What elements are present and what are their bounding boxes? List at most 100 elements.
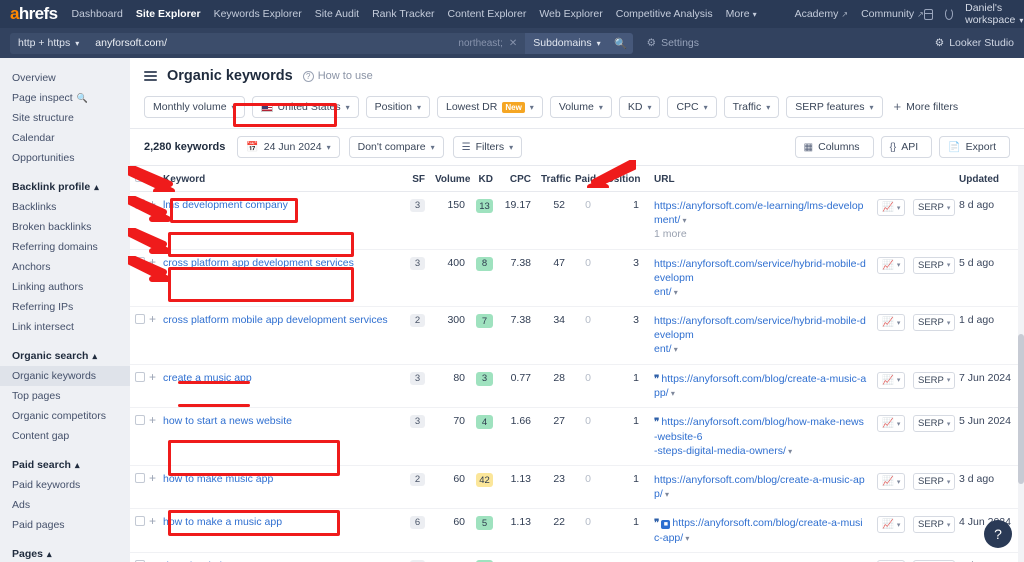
- sidebar-group-pages[interactable]: Pages: [0, 544, 130, 562]
- sidebar-item-site-structure[interactable]: Site structure: [0, 108, 130, 128]
- row-expand-cell[interactable]: +: [144, 249, 158, 308]
- ahrefs-logo[interactable]: a hrefs: [10, 4, 58, 24]
- api-button[interactable]: {} API: [880, 136, 933, 158]
- url-link[interactable]: https://anyforsoft.com/blog/how-make-new…: [654, 416, 864, 443]
- checkbox-icon[interactable]: [135, 256, 145, 267]
- header-sf[interactable]: SF: [404, 166, 430, 192]
- plus-icon[interactable]: +: [149, 413, 156, 427]
- sidebar-item-broken-backlinks[interactable]: Broken backlinks: [0, 217, 130, 237]
- keyword-link[interactable]: how to make a music app: [163, 516, 282, 528]
- sidebar-item-paid-keywords[interactable]: Paid keywords: [0, 475, 130, 495]
- cell-url[interactable]: ❞ https://anyforsoft.com/blog/how-make-ne…: [644, 407, 872, 467]
- nav-link-academy[interactable]: Academy: [795, 8, 848, 20]
- cell-metrics-action[interactable]: 📈: [872, 249, 908, 308]
- checkbox-icon[interactable]: [135, 172, 145, 182]
- row-expand-cell[interactable]: +: [144, 364, 158, 409]
- date-selector[interactable]: 📅 24 Jun 2024: [237, 136, 340, 158]
- notes-icon[interactable]: [923, 8, 933, 20]
- sidebar-item-page-inspect[interactable]: Page inspect 🔍: [0, 88, 130, 108]
- filter-country[interactable]: United States: [251, 96, 359, 118]
- table-row[interactable]: + cross platform app development services…: [130, 249, 1024, 308]
- table-row[interactable]: + how to start a news website 3 70 4 1.66 27 0 1…: [130, 407, 1024, 467]
- cell-url[interactable]: https://anyforsoft.com/blog/create-a-mus…: [644, 465, 872, 510]
- filter-kd[interactable]: KD: [618, 96, 661, 118]
- help-button[interactable]: ?: [984, 520, 1012, 548]
- nav-link-competitive-analysis[interactable]: Competitive Analysis: [616, 8, 713, 20]
- url-link[interactable]: https://anyforsoft.com/blog/create-a-mus…: [654, 474, 865, 500]
- cell-metrics-action[interactable]: 📈: [872, 552, 908, 562]
- checkbox-icon[interactable]: [135, 371, 145, 382]
- clear-icon[interactable]: ✕: [509, 38, 517, 49]
- settings-button[interactable]: ⚙ Settings: [647, 37, 699, 49]
- cell-keyword[interactable]: how to make music app: [158, 465, 404, 510]
- header-position[interactable]: Position: [596, 166, 644, 192]
- target-url-input[interactable]: anyforsoft.com/ northeast; ✕: [87, 32, 526, 54]
- checkbox-icon[interactable]: [135, 516, 145, 527]
- scope-selector[interactable]: Subdomains: [525, 32, 609, 54]
- cell-keyword[interactable]: create a music app: [158, 364, 404, 409]
- row-checkbox-cell[interactable]: [130, 552, 145, 562]
- row-expand-cell[interactable]: +: [144, 508, 158, 554]
- workspace-selector[interactable]: Daniel's workspace: [965, 2, 1024, 26]
- cell-keyword[interactable]: how to start a news website: [158, 407, 404, 467]
- sidebar-item-paid-pages[interactable]: Paid pages: [0, 515, 130, 535]
- filter-serp-features[interactable]: SERP features: [786, 96, 883, 118]
- row-checkbox-cell[interactable]: [130, 306, 145, 365]
- open-external-icon[interactable]: northeast;: [458, 38, 502, 49]
- row-expand-cell[interactable]: +: [144, 306, 158, 365]
- cell-serp-action[interactable]: SERP: [908, 508, 956, 554]
- export-button[interactable]: 📄 Export: [939, 136, 1010, 158]
- more-filters-button[interactable]: + More filters: [890, 100, 959, 113]
- url-more-link[interactable]: 1 more: [654, 227, 867, 241]
- url-second-line[interactable]: ent/: [654, 285, 867, 299]
- keyword-link[interactable]: cross platform app development services: [163, 257, 354, 269]
- cell-url[interactable]: https://anyforsoft.com/service/hybrid-mo…: [644, 306, 872, 365]
- nav-link-site-audit[interactable]: Site Audit: [315, 8, 359, 20]
- cell-keyword[interactable]: cross platform mobile app development se…: [158, 306, 404, 365]
- nav-link-community[interactable]: Community: [861, 8, 924, 20]
- cell-metrics-action[interactable]: 📈: [872, 508, 908, 554]
- cell-serp-action[interactable]: SERP: [908, 465, 956, 510]
- sidebar-item-link-intersect[interactable]: Link intersect: [0, 317, 130, 337]
- sidebar-item-ads[interactable]: Ads: [0, 495, 130, 515]
- sidebar-item-opportunities[interactable]: Opportunities: [0, 148, 130, 168]
- keyword-link[interactable]: cross platform mobile app development se…: [163, 314, 388, 326]
- table-row[interactable]: + lms development company 3 150 13 19.17 52 0 1 h…: [130, 191, 1024, 250]
- sidebar-item-content-gap[interactable]: Content gap: [0, 426, 130, 446]
- keyword-link[interactable]: how to make music app: [163, 473, 273, 485]
- sidebar-item-backlinks[interactable]: Backlinks: [0, 197, 130, 217]
- how-to-use-link[interactable]: ? How to use: [302, 70, 373, 82]
- metrics-chart-button[interactable]: 📈: [877, 516, 906, 534]
- search-button[interactable]: 🔍: [608, 32, 633, 54]
- cell-metrics-action[interactable]: 📈: [872, 465, 908, 510]
- header-updated[interactable]: Updated: [954, 166, 1024, 192]
- row-expand-cell[interactable]: +: [144, 552, 158, 562]
- nav-link-web-explorer[interactable]: Web Explorer: [539, 8, 602, 20]
- url-link[interactable]: https://anyforsoft.com/service/hybrid-mo…: [654, 315, 866, 341]
- looker-studio-link[interactable]: ⚙ Looker Studio: [935, 37, 1014, 49]
- row-checkbox-cell[interactable]: [130, 364, 145, 409]
- columns-button[interactable]: ▦ Columns: [794, 136, 874, 158]
- protocol-selector[interactable]: http + https: [10, 32, 88, 54]
- header-paid[interactable]: Paid: [570, 166, 596, 192]
- url-link[interactable]: https://anyforsoft.com/service/hybrid-mo…: [654, 258, 866, 284]
- cell-url[interactable]: ❞ https://anyforsoft.com/blog/create-a-mu…: [644, 364, 872, 409]
- filter-monthly-volume[interactable]: Monthly volume: [144, 96, 245, 118]
- sidebar-item-calendar[interactable]: Calendar: [0, 128, 130, 148]
- checkbox-icon[interactable]: [135, 415, 145, 426]
- table-row[interactable]: +drupal websites2150152.652102https://an…: [130, 552, 1024, 562]
- checkbox-icon[interactable]: [135, 473, 145, 484]
- cell-keyword[interactable]: how to make a music app: [158, 508, 404, 554]
- nav-link-more[interactable]: More: [726, 8, 757, 20]
- sidebar-item-overview[interactable]: Overview: [0, 68, 130, 88]
- cell-metrics-action[interactable]: 📈: [872, 306, 908, 365]
- filters-button[interactable]: ☰ Filters: [452, 136, 523, 158]
- table-row[interactable]: + how to make music app 2 60 42 1.13 23 0 1 https…: [130, 465, 1024, 510]
- url-link[interactable]: https://anyforsoft.com/blog/create-a-mus…: [654, 373, 866, 400]
- cell-metrics-action[interactable]: 📈: [872, 191, 908, 250]
- cell-serp-action[interactable]: SERP: [908, 552, 956, 562]
- row-checkbox-cell[interactable]: [130, 191, 145, 250]
- sidebar-item-organic-competitors[interactable]: Organic competitors: [0, 406, 130, 426]
- plus-icon[interactable]: +: [149, 197, 156, 211]
- metrics-chart-button[interactable]: 📈: [877, 256, 906, 274]
